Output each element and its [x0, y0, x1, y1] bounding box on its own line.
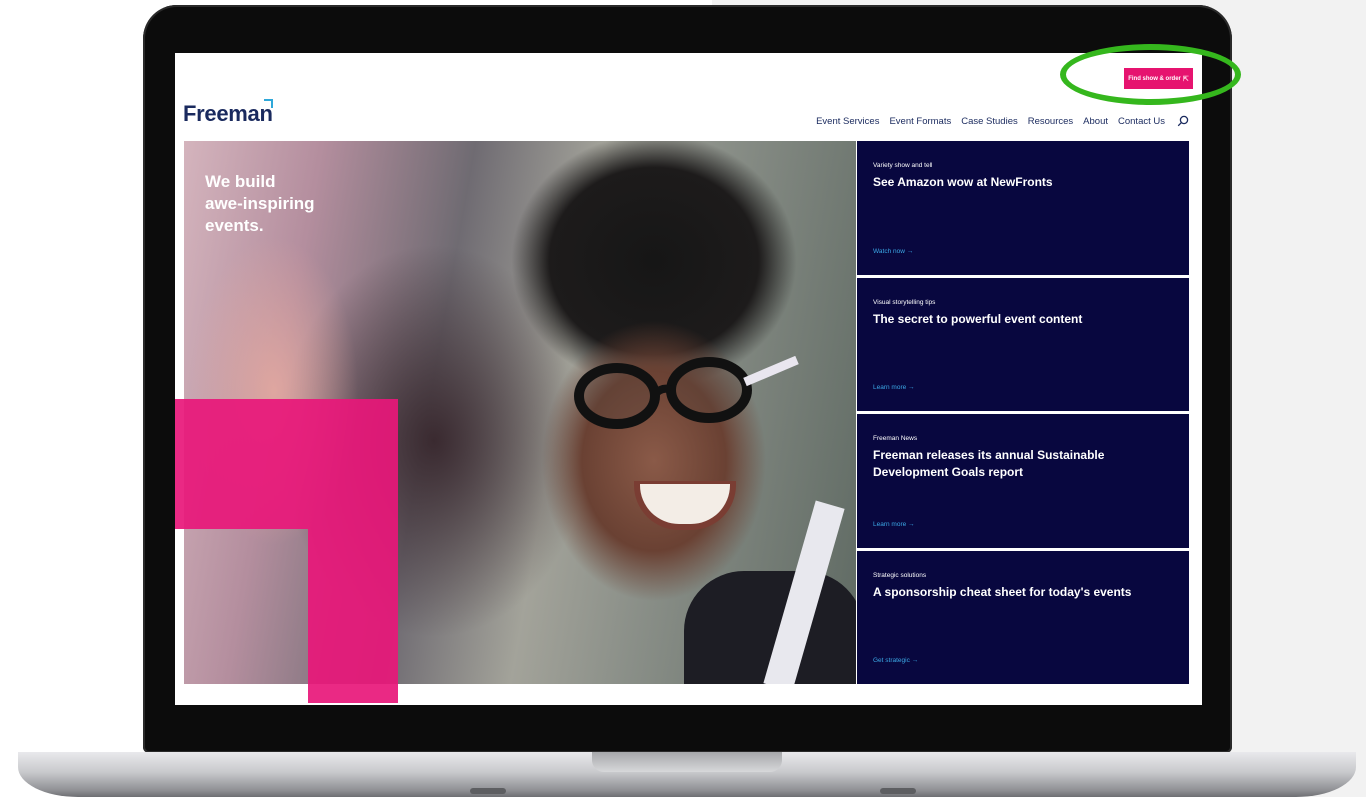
nav-item-event-formats[interactable]: Event Formats: [889, 116, 951, 127]
nav-item-resources[interactable]: Resources: [1028, 116, 1073, 127]
nav-item-event-services[interactable]: Event Services: [816, 116, 879, 127]
hero-glasses: [574, 356, 799, 429]
pink-brand-shape: [308, 529, 398, 703]
card-category: Freeman News: [873, 435, 918, 442]
feature-card[interactable]: Strategic solutions A sponsorship cheat …: [857, 550, 1189, 684]
freeman-logo[interactable]: Freeman: [183, 101, 273, 127]
nav-item-contact-us[interactable]: Contact Us: [1118, 116, 1165, 127]
hero-headline-line: events.: [205, 216, 264, 235]
search-icon[interactable]: [1177, 115, 1189, 127]
card-title: See Amazon wow at NewFronts: [873, 175, 1053, 189]
card-link[interactable]: Learn more →: [873, 384, 915, 391]
card-title: Freeman releases its annual Sustainable …: [873, 448, 1105, 479]
card-category: Visual storytelling tips: [873, 298, 936, 306]
feature-card[interactable]: Visual storytelling tips The secret to p…: [857, 277, 1189, 411]
card-category: Variety show and tell: [873, 162, 933, 169]
card-link[interactable]: Learn more →: [873, 521, 915, 528]
feature-card[interactable]: Variety show and tell See Amazon wow at …: [857, 141, 1189, 275]
logo-corner-mark: [264, 99, 273, 108]
laptop-foot: [470, 788, 506, 794]
nav-item-case-studies[interactable]: Case Studies: [961, 116, 1018, 127]
hero-smile: [634, 481, 736, 530]
card-category: Strategic solutions: [873, 571, 927, 579]
highlight-ring: [1060, 44, 1241, 105]
hero-headline-line: We build: [205, 172, 276, 191]
card-link[interactable]: Watch now →: [873, 248, 913, 255]
laptop-foot: [880, 788, 916, 794]
pink-brand-shape: [175, 399, 398, 529]
card-link[interactable]: Get strategic →: [873, 657, 918, 664]
nav-item-about[interactable]: About: [1083, 116, 1108, 127]
card-title: A sponsorship cheat sheet for today's ev…: [873, 584, 1132, 599]
laptop-screen: Find show & order ⇱ Freeman Event Servic…: [175, 53, 1202, 705]
main-nav: Event Services Event Formats Case Studie…: [816, 115, 1189, 127]
laptop-notch: [592, 752, 782, 772]
feature-cards: Variety show and tell See Amazon wow at …: [857, 141, 1189, 684]
card-title: The secret to powerful event content: [873, 311, 1083, 326]
hero-headline: We build awe-inspiring events.: [205, 171, 355, 237]
hero-headline-line: awe-inspiring: [205, 194, 315, 213]
feature-card[interactable]: Freeman News Freeman releases its annual…: [857, 414, 1189, 548]
